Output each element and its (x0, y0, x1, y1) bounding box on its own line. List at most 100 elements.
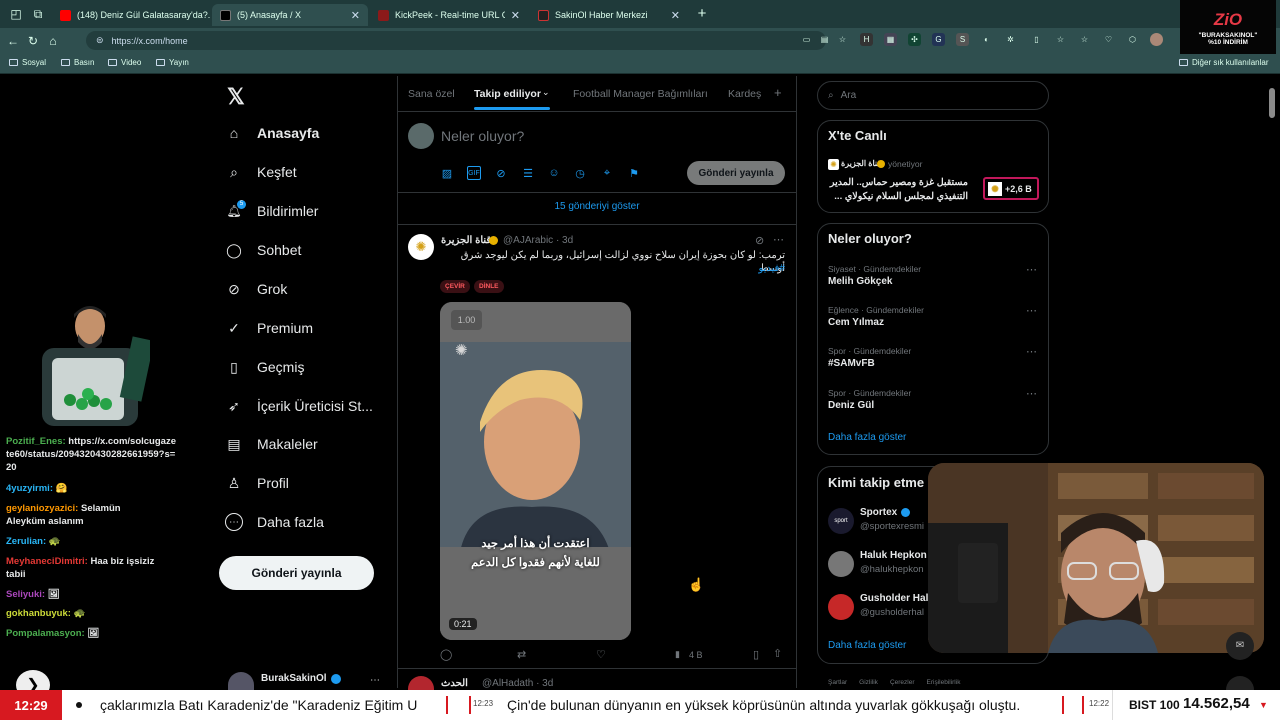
nav-more[interactable]: ⋯ Daha fazla (225, 513, 324, 531)
bookmark-folder[interactable]: Yayın (156, 58, 189, 67)
aljazeera-logo-icon[interactable]: ✺ (408, 234, 434, 260)
views-icon[interactable]: ▮ (675, 649, 680, 660)
tab-kardes[interactable]: Kardeş (728, 88, 761, 100)
tab-for-you[interactable]: Sana özel (408, 88, 455, 100)
new-tab-icon[interactable]: + (692, 5, 712, 22)
account-menu-icon[interactable]: ⋯ (370, 675, 380, 686)
trend-name[interactable]: #SAMvFB (828, 358, 875, 369)
x-logo-icon[interactable]: 𝕏 (227, 84, 245, 110)
address-bar[interactable]: ⊜ https://x.com/home (86, 31, 826, 50)
repost-icon[interactable]: ⇄ (517, 648, 526, 661)
poll-icon[interactable]: ☰ (521, 166, 535, 180)
grok-explain-icon[interactable]: ⊘ (755, 234, 764, 247)
nav-articles[interactable]: ▤ Makaleler (225, 435, 317, 453)
gif-icon[interactable]: GIF (467, 166, 481, 180)
share-icon[interactable]: ⇧ (773, 647, 782, 660)
image-icon[interactable]: ▨ (440, 166, 454, 180)
trend-name[interactable]: Cem Yılmaz (828, 317, 884, 328)
trend-more-icon[interactable]: ⋯ (1026, 345, 1037, 358)
translate-chip[interactable]: ÇEVİR (440, 280, 470, 293)
nav-bookmarks[interactable]: ▯ Geçmiş (225, 358, 304, 376)
follow-name[interactable]: Gusholder Hal (860, 593, 928, 604)
add-tab-icon[interactable]: + (774, 85, 782, 100)
bookmark-folder[interactable]: Basın (61, 58, 94, 67)
extension-icon[interactable]: ✣ (908, 33, 921, 46)
tweet-more-icon[interactable]: ⋯ (773, 233, 784, 246)
show-new-posts[interactable]: 15 gönderiyi göster (397, 201, 797, 212)
tab-football-manager[interactable]: Football Manager Bağımlıları (573, 88, 708, 100)
follow-name[interactable]: Sportex (860, 507, 897, 518)
emoji-icon[interactable]: ☺ (547, 166, 561, 180)
split-view-icon[interactable]: ▯ (1030, 33, 1043, 46)
extension-icon[interactable]: S (956, 33, 969, 46)
trend-more-icon[interactable]: ⋯ (1026, 387, 1037, 400)
live-text[interactable]: التنفيذي لمجلس السلام نيكولاي ... (828, 191, 968, 202)
trend-more-icon[interactable]: ⋯ (1026, 263, 1037, 276)
trend-name[interactable]: Deniz Gül (828, 400, 874, 411)
message-drawer-icon[interactable]: ✉ (1226, 632, 1254, 660)
reader-icon[interactable]: ▤ (818, 33, 831, 46)
favorite-star-icon[interactable]: ☆ (836, 33, 849, 46)
extension-icon[interactable]: H (860, 33, 873, 46)
browser-tab-kickpeek[interactable]: KickPeek - Real-time URL Crawler ✕ (370, 4, 528, 26)
footer-link[interactable]: Gizlilik (859, 679, 878, 686)
account-name[interactable]: BurakSakinOl (261, 673, 327, 684)
compose-post-button[interactable]: Gönderi yayınla (687, 161, 785, 185)
screen-icon[interactable]: ▭ (800, 33, 813, 46)
home-page-icon[interactable]: ⌂ (43, 34, 63, 48)
footer-link[interactable]: Şartlar (828, 679, 847, 686)
extension-icon[interactable]: ◐ (980, 33, 993, 46)
scrollbar[interactable] (1268, 80, 1276, 680)
follow-handle[interactable]: @sportexresmi (860, 521, 924, 532)
trend-name[interactable]: Melih Gökçek (828, 276, 892, 287)
extension-icon[interactable]: ▦ (884, 33, 897, 46)
back-icon[interactable]: ← (3, 34, 23, 48)
close-tab-icon[interactable]: ✕ (671, 9, 680, 22)
like-icon[interactable]: ♡ (596, 648, 606, 661)
nav-chat[interactable]: ◯ Sohbet (225, 241, 301, 259)
tab-following[interactable]: Takip ediliyor (474, 88, 541, 100)
bookmark-folder[interactable]: Video (108, 58, 141, 67)
live-text[interactable]: مستقبل غزة ومصير حماس.. المدير (828, 177, 968, 188)
nav-grok[interactable]: ⊘ Grok (225, 280, 287, 298)
trends-show-more[interactable]: Daha fazla göster (828, 432, 906, 443)
favorites-icon[interactable]: ☆ (1054, 33, 1067, 46)
schedule-icon[interactable]: ◷ (573, 166, 587, 180)
search-input[interactable]: ⌕ Ara (817, 81, 1049, 110)
tweet-hashtag[interactable]: #فيديو (700, 263, 785, 274)
location-icon[interactable]: ⌖ (600, 166, 614, 180)
follow-name[interactable]: Haluk Hepkon (860, 550, 927, 561)
extensions-puzzle-icon[interactable]: ✲ (1004, 33, 1017, 46)
chevron-down-icon[interactable]: ⌄ (542, 87, 550, 98)
profile-icon[interactable]: ◰ (6, 7, 26, 21)
tweet-author-name[interactable]: قناة الجزيرة (441, 235, 491, 246)
grok-float-icon[interactable] (1226, 676, 1254, 690)
avatar[interactable] (828, 594, 854, 620)
listen-chip[interactable]: DİNLE (474, 280, 504, 293)
follow-handle[interactable]: @gusholderhal (860, 607, 924, 618)
avatar[interactable]: sport (828, 508, 854, 534)
reload-icon[interactable]: ↻ (23, 34, 43, 48)
collections-icon[interactable]: ☆ (1078, 33, 1091, 46)
tweet-handle[interactable]: @AlHadath · 3d (482, 678, 553, 689)
nav-profile[interactable]: ♙ Profil (225, 474, 289, 492)
avatar[interactable] (408, 123, 434, 149)
browser-tab-sakinol[interactable]: SakinOl Haber Merkezi ✕ (530, 4, 688, 26)
user-avatar-icon[interactable] (1150, 33, 1163, 46)
post-button[interactable]: Gönderi yayınla (219, 556, 374, 590)
live-listeners[interactable]: ✺ +2,6 B (983, 177, 1039, 200)
live-host[interactable]: قناة الجزيرة (841, 159, 881, 168)
follow-show-more[interactable]: Daha fazla göster (828, 640, 906, 651)
tab-actions-icon[interactable]: ⧉ (28, 7, 48, 22)
nav-explore[interactable]: ⌕ Keşfet (225, 163, 297, 181)
grok-icon[interactable]: ⊘ (494, 166, 508, 180)
nav-home[interactable]: ⌂ Anasayfa (225, 124, 320, 142)
nav-premium[interactable]: ✓ Premium (225, 319, 313, 337)
browser-tab-x[interactable]: (5) Anasayfa / X ✕ (212, 4, 368, 26)
trend-more-icon[interactable]: ⋯ (1026, 304, 1037, 317)
avatar[interactable] (828, 551, 854, 577)
follow-handle[interactable]: @halukhepkon (860, 564, 924, 575)
reply-icon[interactable]: ◯ (440, 648, 452, 661)
footer-link[interactable]: Çerezler (890, 679, 915, 686)
page-info-icon[interactable]: ⊜ (96, 35, 104, 46)
